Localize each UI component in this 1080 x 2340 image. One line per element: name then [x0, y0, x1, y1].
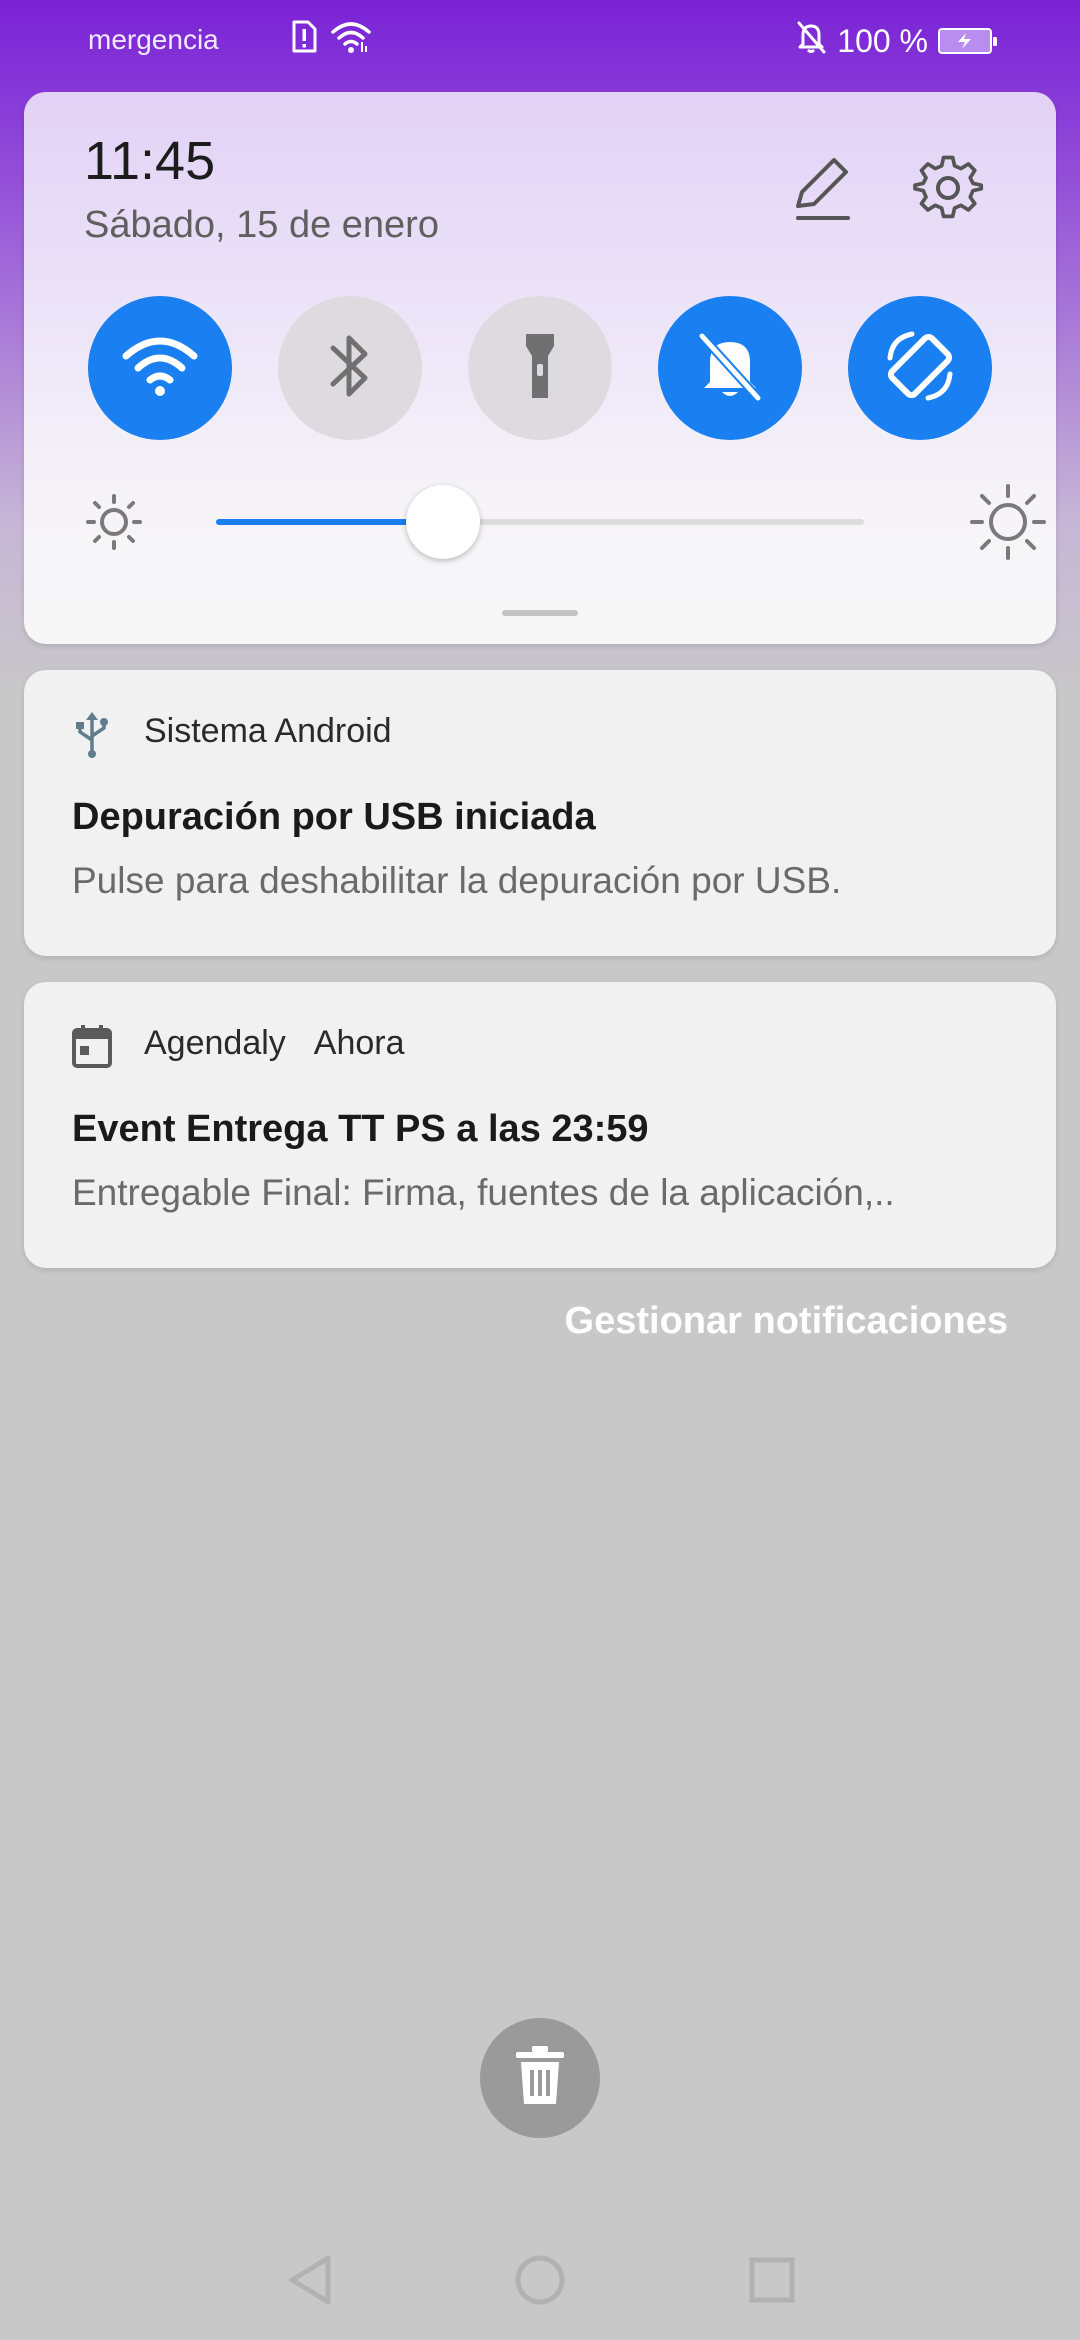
brightness-high-icon: [970, 484, 1046, 560]
status-bar: mergencia 100 %: [0, 0, 1080, 84]
flashlight-icon: [520, 328, 560, 409]
notification-usb-debugging[interactable]: Sistema Android Depuración por USB inici…: [24, 670, 1056, 956]
notification-body: Pulse para deshabilitar la depuración po…: [72, 860, 842, 901]
brightness-low-icon: [84, 492, 144, 552]
carrier-label: mergencia: [88, 24, 219, 55]
bluetooth-icon: [325, 328, 375, 409]
quick-tiles: [88, 296, 992, 440]
do-not-disturb-tile[interactable]: [658, 296, 802, 440]
flashlight-tile[interactable]: [468, 296, 612, 440]
notification-app-name: Agendaly: [144, 1024, 286, 1062]
brightness-row: [84, 482, 1046, 562]
navigation-bar: [0, 2220, 1080, 2340]
clock-date: Sábado, 15 de enero: [84, 204, 439, 246]
brightness-thumb[interactable]: [405, 485, 480, 559]
battery-percent: 100 %: [837, 22, 928, 59]
notification-app-name: Sistema Android: [144, 712, 392, 750]
wifi-icon: [120, 334, 200, 403]
notification-header: Sistema Android: [144, 712, 392, 751]
battery-charging-icon: [938, 28, 997, 54]
auto-rotate-tile[interactable]: [848, 296, 992, 440]
wifi-tile[interactable]: [88, 296, 232, 440]
notification-body: Entregable Final: Firma, fuentes de la a…: [72, 1172, 895, 1213]
calendar-icon: [70, 1022, 114, 1070]
home-icon[interactable]: [512, 2250, 568, 2310]
brightness-slider[interactable]: [216, 485, 864, 559]
sim-alert-icon: [290, 20, 318, 59]
usb-icon: [70, 710, 114, 758]
edit-icon[interactable]: [784, 152, 856, 224]
back-icon[interactable]: [282, 2250, 338, 2310]
status-icons-left: [290, 20, 372, 59]
bell-off-icon: [692, 328, 768, 409]
trash-icon: [512, 2044, 568, 2113]
notification-time: Ahora: [313, 1024, 405, 1062]
bell-off-icon: [795, 20, 827, 62]
clock-time: 11:45: [84, 131, 216, 191]
gear-icon[interactable]: [912, 154, 984, 226]
panel-drag-handle[interactable]: [502, 610, 578, 616]
notification-header: Agendaly Ahora: [144, 1024, 405, 1063]
notification-agendaly[interactable]: Agendaly Ahora Event Entrega TT PS a las…: [24, 982, 1056, 1268]
recents-icon[interactable]: [744, 2250, 800, 2310]
rotate-icon: [882, 328, 958, 409]
manage-notifications-button[interactable]: Gestionar notificaciones: [565, 1300, 1008, 1343]
bluetooth-tile[interactable]: [278, 296, 422, 440]
wifi-icon: [330, 20, 372, 59]
notification-title: Depuración por USB iniciada: [72, 796, 596, 838]
status-right: 100 %: [795, 20, 997, 62]
notification-title: Event Entrega TT PS a las 23:59: [72, 1108, 649, 1150]
quick-settings-panel: 11:45 Sábado, 15 de enero: [24, 92, 1056, 644]
clear-all-button[interactable]: [480, 2018, 600, 2138]
